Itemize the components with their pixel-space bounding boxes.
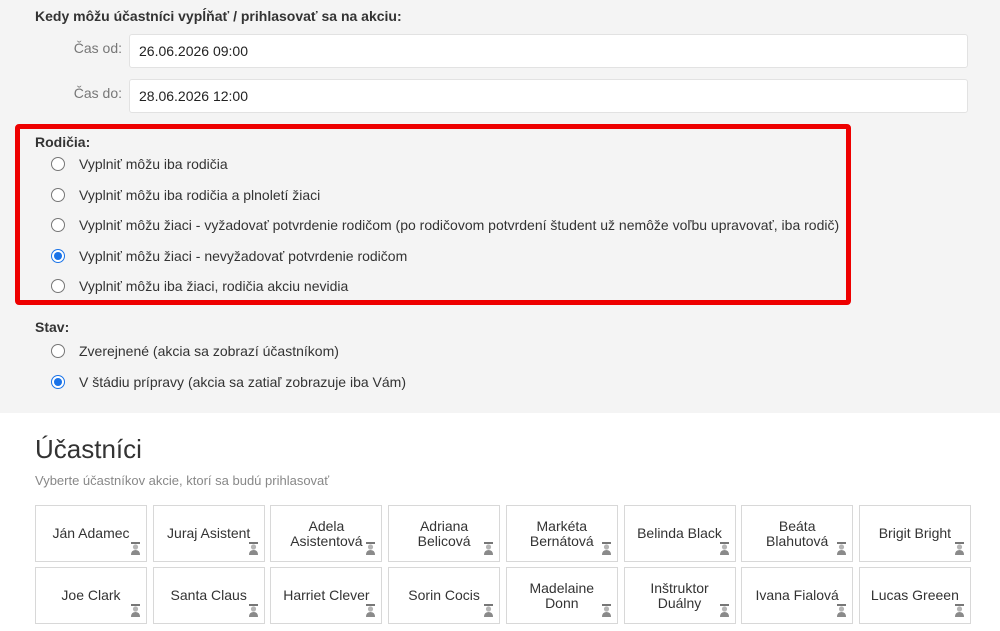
person-icon <box>131 542 140 555</box>
participant-name: Joe Clark <box>61 587 121 603</box>
participant-tile[interactable]: Inštruktor Duálny <box>623 567 736 624</box>
participant-name: Inštruktor Duálny <box>650 579 709 611</box>
person-icon <box>601 542 611 555</box>
participant-tile[interactable]: Harriet Clever <box>270 567 383 624</box>
person-icon <box>248 542 258 555</box>
person-icon <box>484 604 494 617</box>
participant-name: Ján Adamec <box>52 525 130 541</box>
from-date-input[interactable]: 26.06.2026 09:00 <box>129 34 968 68</box>
parents-option-label: Vyplniť môžu iba rodičia <box>79 156 228 172</box>
participant-name: Lucas Greeen <box>870 587 959 603</box>
person-icon <box>719 542 729 555</box>
parents-option-1[interactable]: Vyplniť môžu iba rodičia <box>51 153 228 175</box>
status-option-label: V štádiu prípravy (akcia sa zatiaľ zobra… <box>79 373 407 390</box>
status-option-1[interactable]: Zverejnené (akcia sa zobrazí účastníkom) <box>51 340 339 362</box>
parents-option-label: Vyplniť môžu iba rodičia a plnoletí žiac… <box>79 186 321 203</box>
person-icon <box>954 604 964 617</box>
to-label: Čas do: <box>73 85 122 101</box>
status-radio-1[interactable] <box>51 344 65 358</box>
participant-tile[interactable]: Madelaine Donn <box>505 567 618 624</box>
participant-name: Brigit Bright <box>878 525 952 541</box>
participant-tile[interactable]: Adela Asistentová <box>270 505 383 562</box>
person-icon <box>248 604 258 617</box>
participant-tile[interactable]: Ivana Fialová <box>741 567 854 624</box>
status-radio-2[interactable] <box>51 374 65 389</box>
participant-name: Markéta Bernátová <box>529 517 594 549</box>
participant-name: Harriet Clever <box>283 587 370 603</box>
participant-tile[interactable]: Adriana Belicová <box>388 505 501 562</box>
participant-tile[interactable]: Santa Claus <box>152 567 265 624</box>
person-icon <box>484 542 494 555</box>
participant-name: Belinda Black <box>637 525 722 541</box>
parents-radio-5[interactable] <box>51 279 65 293</box>
participant-name: Juraj Asistent <box>167 525 251 541</box>
to-date-input[interactable]: 28.06.2026 12:00 <box>129 79 968 113</box>
participant-name: Sorin Cocis <box>408 587 480 603</box>
status-section-title: Stav: <box>35 319 70 335</box>
participant-tile[interactable]: Beáta Blahutová <box>741 505 854 562</box>
person-icon <box>131 604 140 617</box>
participant-name: Adela Asistentová <box>290 517 363 549</box>
person-icon <box>837 542 847 555</box>
participant-tile[interactable]: Lucas Greeen <box>858 567 971 624</box>
from-label: Čas od: <box>73 40 122 56</box>
participant-name: Madelaine Donn <box>529 579 595 611</box>
participant-name: Adriana Belicová <box>417 517 471 549</box>
parents-radio-1[interactable] <box>51 157 65 171</box>
person-icon <box>719 604 729 617</box>
parents-option-2[interactable]: Vyplniť môžu iba rodičia a plnoletí žiac… <box>51 184 320 206</box>
status-option-label: Zverejnené (akcia sa zobrazí účastníkom) <box>79 343 339 359</box>
person-icon <box>837 604 847 617</box>
parents-option-label: Vyplniť môžu žiaci - vyžadovať potvrdeni… <box>79 217 840 233</box>
parents-option-label: Vyplniť môžu iba žiaci, rodičia akciu ne… <box>79 278 349 294</box>
parents-radio-4[interactable] <box>51 248 65 263</box>
participant-tile[interactable]: Markéta Bernátová <box>505 505 618 562</box>
participant-tile[interactable]: Brigit Bright <box>858 505 971 562</box>
parents-radio-3[interactable] <box>51 218 65 232</box>
participant-name: Beáta Blahutová <box>766 517 829 549</box>
participant-name: Santa Claus <box>170 587 247 603</box>
status-option-2[interactable]: V štádiu prípravy (akcia sa zatiaľ zobra… <box>51 371 406 393</box>
person-icon <box>601 604 611 617</box>
person-icon <box>366 542 376 555</box>
participant-tile[interactable]: Juraj Asistent <box>152 505 265 562</box>
parents-option-3[interactable]: Vyplniť môžu žiaci - vyžadovať potvrdeni… <box>51 214 839 236</box>
participant-tile[interactable]: Belinda Black <box>623 505 736 562</box>
participant-tile[interactable]: Joe Clark <box>35 567 147 624</box>
person-icon <box>366 604 376 617</box>
participants-subtitle: Vyberte účastníkov akcie, ktorí sa budú … <box>35 473 330 488</box>
participant-tile[interactable]: Sorin Cocis <box>388 567 501 624</box>
parents-radio-2[interactable] <box>51 187 65 202</box>
parents-option-4[interactable]: Vyplniť môžu žiaci - nevyžadovať potvrde… <box>51 245 407 267</box>
participant-name: Ivana Fialová <box>755 587 839 603</box>
participants-heading: Účastníci <box>35 434 142 464</box>
parents-option-5[interactable]: Vyplniť môžu iba žiaci, rodičia akciu ne… <box>51 275 348 297</box>
settings-panel: Kedy môžu účastníci vypĺňať / prihlasova… <box>0 0 1000 413</box>
time-section-title: Kedy môžu účastníci vypĺňať / prihlasova… <box>35 8 402 24</box>
person-icon <box>954 542 964 555</box>
participant-tile[interactable]: Ján Adamec <box>35 505 147 562</box>
parents-option-label: Vyplniť môžu žiaci - nevyžadovať potvrde… <box>79 247 408 264</box>
parents-section-title: Rodičia: <box>35 134 91 150</box>
